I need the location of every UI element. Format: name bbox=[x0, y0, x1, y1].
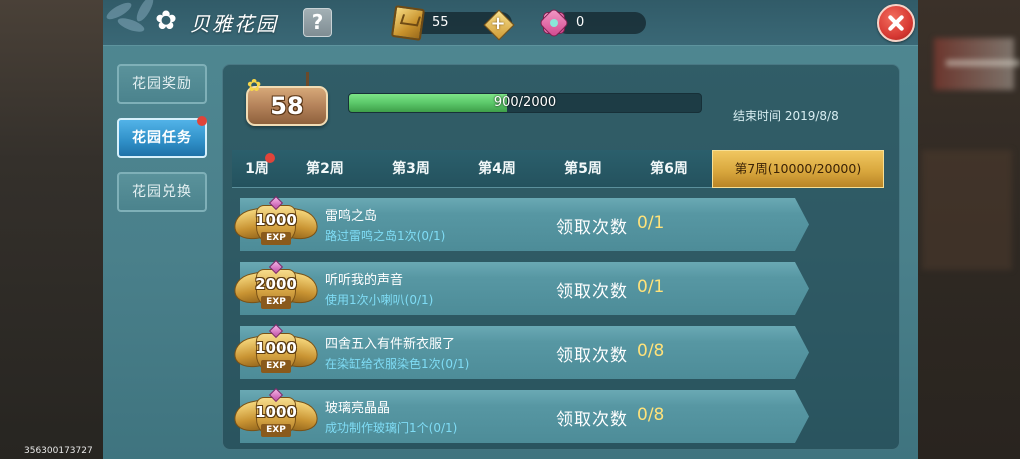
add-ticket-button[interactable]: + bbox=[484, 10, 512, 38]
sidebar-item-garden-tasks[interactable]: 花园任务 bbox=[117, 116, 207, 158]
task-title: 雷鸣之岛 bbox=[325, 209, 378, 224]
notification-dot bbox=[265, 153, 275, 163]
exp-progress-bar: 900/2000 bbox=[348, 93, 702, 113]
task-description: 路过雷鸣之岛1次(0/1) bbox=[325, 229, 446, 243]
claim-count-label: 领取次数 bbox=[556, 282, 628, 302]
exp-reward-badge: 1000 EXP bbox=[231, 323, 321, 381]
progress-text: 900/2000 bbox=[493, 95, 557, 110]
exp-label: EXP bbox=[261, 424, 291, 437]
tab-label: 第5周 bbox=[564, 161, 602, 177]
claim-count-label: 领取次数 bbox=[556, 218, 628, 238]
claim-count-value: 0/1 bbox=[637, 213, 665, 233]
close-icon[interactable] bbox=[877, 4, 915, 42]
sidebar-item-label: 花园兑换 bbox=[132, 184, 192, 200]
page-title: 贝雅花园 bbox=[190, 12, 278, 36]
claim-count-value: 0/8 bbox=[637, 405, 665, 425]
exp-amount: 2000 bbox=[255, 275, 297, 293]
yellow-flower-icon bbox=[247, 76, 267, 96]
tab-week-3[interactable]: 第3周 bbox=[368, 150, 454, 188]
task-description: 在染缸给衣服染色1次(0/1) bbox=[325, 357, 470, 371]
exp-amount: 1000 bbox=[255, 339, 297, 357]
background-left bbox=[0, 0, 104, 459]
tab-week-2[interactable]: 第2周 bbox=[282, 150, 368, 188]
device-id: 356300173727 bbox=[24, 446, 93, 456]
sidebar-item-garden-rewards[interactable]: 花园奖励 bbox=[117, 64, 207, 104]
claim-count-value: 0/1 bbox=[637, 277, 665, 297]
flower-icon bbox=[152, 6, 180, 36]
task-description: 成功制作玻璃门1个(0/1) bbox=[325, 421, 458, 435]
task-row[interactable]: 2000 EXP 听听我的声音 使用1次小喇叭(0/1) 领取次数 0/1 bbox=[231, 259, 809, 317]
exp-label: EXP bbox=[261, 232, 291, 245]
tab-week-6[interactable]: 第6周 bbox=[626, 150, 712, 188]
notification-dot bbox=[197, 116, 207, 126]
task-row[interactable]: 1000 EXP 四舍五入有件新衣服了 在染缸给衣服染色1次(0/1) 领取次数… bbox=[231, 323, 809, 381]
exp-label: EXP bbox=[261, 296, 291, 309]
tab-week-4[interactable]: 第4周 bbox=[454, 150, 540, 188]
exp-reward-badge: 1000 EXP bbox=[231, 195, 321, 253]
tab-label: 第4周 bbox=[478, 161, 516, 177]
tab-label: 第6周 bbox=[650, 161, 688, 177]
sidebar-item-label: 花园任务 bbox=[132, 130, 192, 146]
exp-amount: 1000 bbox=[255, 403, 297, 421]
tab-label: 第3周 bbox=[392, 161, 430, 177]
tab-label: 第2周 bbox=[306, 161, 344, 177]
exp-reward-badge: 2000 EXP bbox=[231, 259, 321, 317]
sidebar-item-garden-exchange[interactable]: 花园兑换 bbox=[117, 172, 207, 212]
pink-flower-gem-icon bbox=[537, 6, 571, 40]
exp-label: EXP bbox=[261, 360, 291, 373]
exp-reward-badge: 1000 EXP bbox=[231, 387, 321, 445]
plus-icon: + bbox=[490, 13, 506, 34]
claim-count-label: 领取次数 bbox=[556, 410, 628, 430]
task-title: 玻璃亮晶晶 bbox=[325, 401, 391, 416]
gem-count: 0 bbox=[576, 15, 585, 30]
task-title: 听听我的声音 bbox=[325, 273, 404, 288]
tab-week-7[interactable]: 第7周(10000/20000) bbox=[712, 150, 884, 188]
sidebar-item-label: 花园奖励 bbox=[132, 76, 192, 92]
task-row[interactable]: 1000 EXP 玻璃亮晶晶 成功制作玻璃门1个(0/1) 领取次数 0/8 bbox=[231, 387, 809, 445]
background-blur bbox=[946, 60, 1020, 66]
end-time: 结束时间 2019/8/8 bbox=[733, 109, 839, 123]
ticket-count: 55 bbox=[432, 15, 449, 30]
claim-count-value: 0/8 bbox=[637, 341, 665, 361]
help-button[interactable]: ? bbox=[303, 8, 332, 37]
tab-week-1[interactable]: 1周 bbox=[232, 150, 282, 188]
exp-amount: 1000 bbox=[255, 211, 297, 229]
task-description: 使用1次小喇叭(0/1) bbox=[325, 293, 434, 307]
background-blur bbox=[922, 150, 1012, 270]
gold-ticket-icon bbox=[390, 5, 426, 41]
gem-center bbox=[550, 19, 558, 27]
week-tabs: 1周 第2周 第3周 第4周 第5周 第6周 第7周(10000/20000) bbox=[232, 150, 884, 188]
tab-label: 第7周(10000/20000) bbox=[734, 161, 862, 176]
claim-count-label: 领取次数 bbox=[556, 346, 628, 366]
task-title: 四舍五入有件新衣服了 bbox=[325, 337, 456, 352]
tab-week-5[interactable]: 第5周 bbox=[540, 150, 626, 188]
tab-label: 1周 bbox=[245, 161, 269, 177]
task-row[interactable]: 1000 EXP 雷鸣之岛 路过雷鸣之岛1次(0/1) 领取次数 0/1 bbox=[231, 195, 809, 253]
background-right bbox=[916, 0, 1020, 459]
